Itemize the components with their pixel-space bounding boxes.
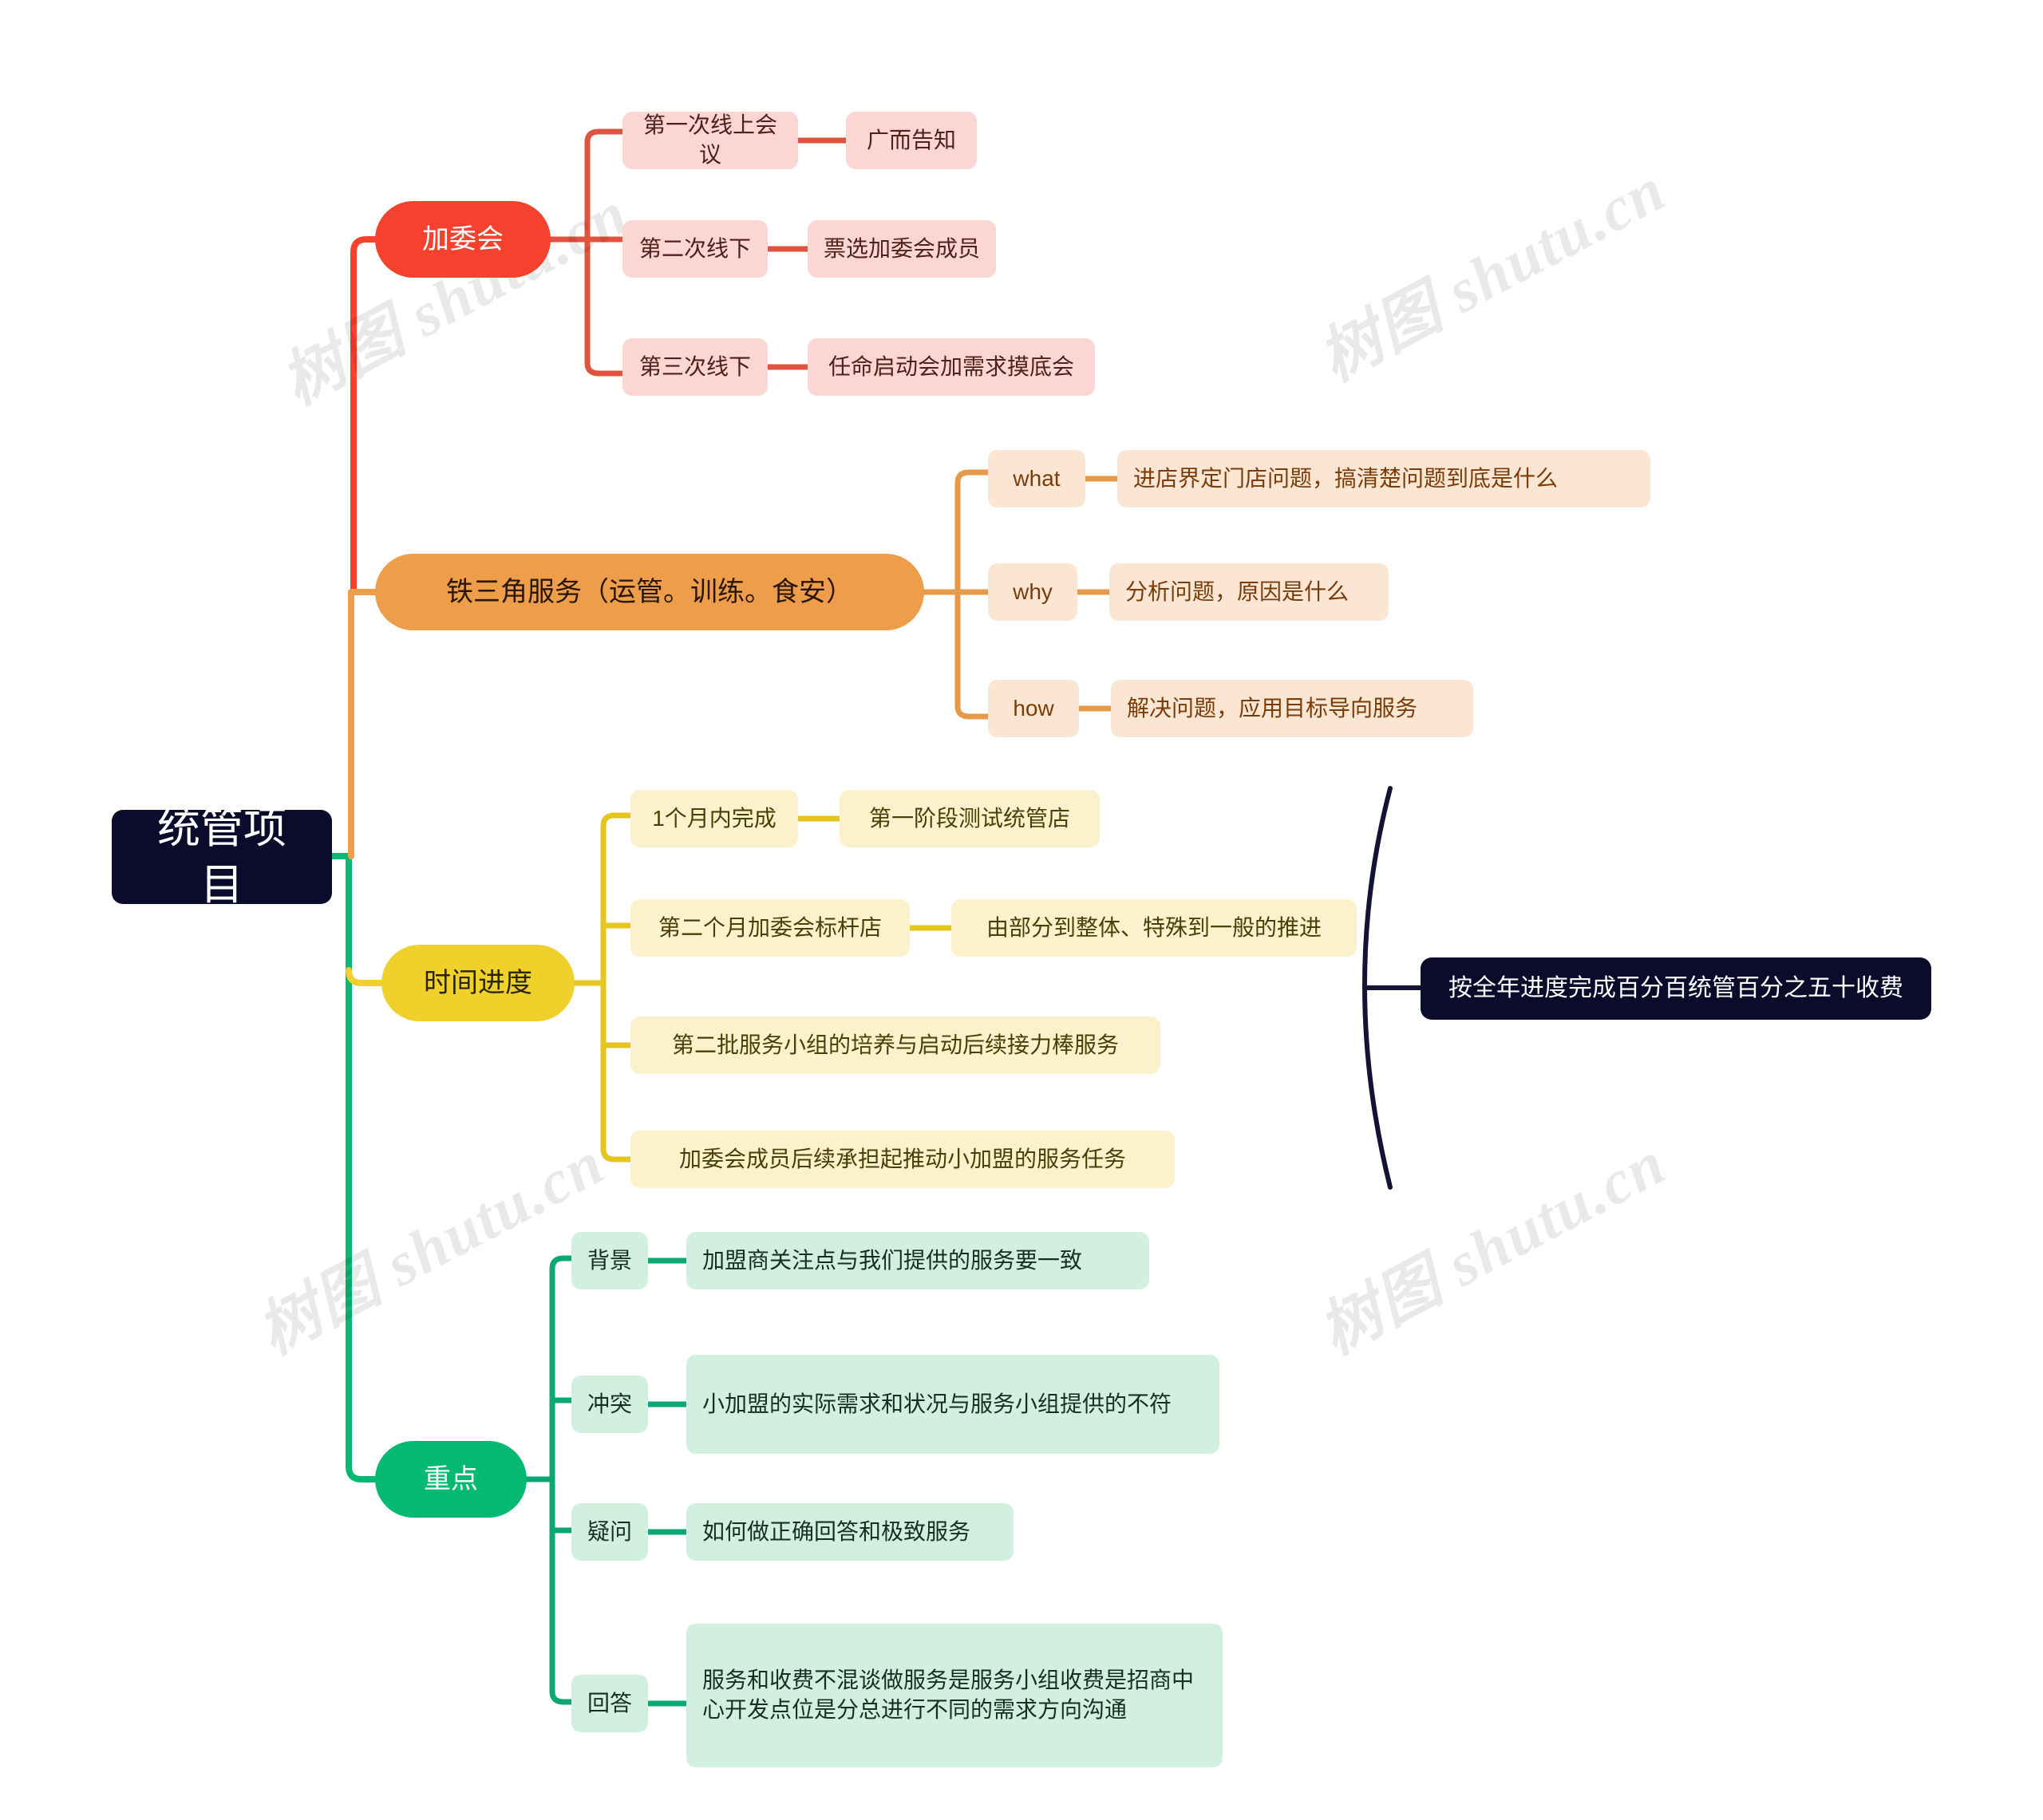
sub-node-label: 回答: [587, 1690, 633, 1715]
summary-node-label: 按全年进度完成百分百统管百分之五十收费: [1448, 975, 1903, 1002]
leaf-node-zd-4[interactable]: 服务和收费不混谈做服务是服务小组收费是招商中心开发点位是分总进行不同的需求方向沟…: [686, 1624, 1223, 1767]
sub-node-label: how: [1013, 695, 1054, 720]
leaf-node-sjjd-1[interactable]: 第一阶段测试统管店: [840, 790, 1100, 847]
leaf-node-tsj-what[interactable]: 进店界定门店问题，搞清楚问题到底是什么: [1117, 450, 1650, 507]
leaf-node-label: 任命启动会加需求摸底会: [828, 353, 1074, 379]
sub-node-label: 第一次线上会议: [642, 113, 777, 167]
sub-node-label: 第三次线下: [638, 353, 751, 379]
sub-node-label: 背景: [587, 1247, 633, 1273]
sub-node-zd-4[interactable]: 回答: [571, 1675, 648, 1732]
sub-node-label: 第二批服务小组的培养与启动后续接力棒服务: [671, 1032, 1119, 1057]
leaf-node-zd-2[interactable]: 小加盟的实际需求和状况与服务小组提供的不符: [686, 1355, 1219, 1454]
root-node-label: 统管项目: [157, 803, 286, 909]
sub-node-label: why: [1013, 578, 1053, 604]
leaf-node-label: 服务和收费不混谈做服务是服务小组收费是招商中心开发点位是分总进行不同的需求方向沟…: [702, 1668, 1195, 1722]
sub-node-jwh-2[interactable]: 第二次线下: [622, 220, 768, 278]
summary-node[interactable]: 按全年进度完成百分百统管百分之五十收费: [1421, 957, 1931, 1020]
watermark: 树图 shutu.cn: [1307, 153, 1677, 394]
sub-node-tsj-why[interactable]: why: [988, 563, 1077, 621]
leaf-node-zd-1[interactable]: 加盟商关注点与我们提供的服务要一致: [686, 1232, 1149, 1289]
leaf-node-label: 进店界定门店问题，搞清楚问题到底是什么: [1133, 465, 1559, 491]
leaf-node-label: 票选加委会成员: [824, 235, 981, 261]
leaf-node-tsj-how[interactable]: 解决问题，应用目标导向服务: [1111, 680, 1473, 737]
leaf-node-jwh-1[interactable]: 广而告知: [846, 112, 977, 169]
leaf-node-label: 如何做正确回答和极致服务: [702, 1518, 971, 1544]
sub-node-label: 冲突: [587, 1391, 633, 1416]
sub-node-tsj-what[interactable]: what: [988, 450, 1085, 507]
branch-label-jwh: 加委会: [422, 223, 504, 255]
leaf-node-label: 由部分到整体、特殊到一般的推进: [986, 914, 1322, 940]
leaf-node-label: 加盟商关注点与我们提供的服务要一致: [702, 1247, 1083, 1273]
sub-node-zd-3[interactable]: 疑问: [571, 1503, 648, 1561]
root-node[interactable]: 统管项目: [112, 804, 332, 909]
sub-node-zd-2[interactable]: 冲突: [571, 1376, 648, 1433]
sub-node-label: 第二次线下: [638, 235, 751, 261]
sub-node-sjjd-4[interactable]: 加委会成员后续承担起推动小加盟的服务任务: [630, 1131, 1175, 1188]
sub-node-zd-1[interactable]: 背景: [571, 1232, 648, 1289]
mindmap-canvas: 树图 shutu.cn 树图 shutu.cn 树图 shutu.cn 树图 s…: [0, 0, 2043, 1820]
sub-node-tsj-how[interactable]: how: [988, 680, 1079, 737]
branch-node-zd[interactable]: 重点: [375, 1441, 527, 1518]
leaf-node-label: 解决问题，应用目标导向服务: [1127, 695, 1418, 720]
leaf-node-label: 小加盟的实际需求和状况与服务小组提供的不符: [702, 1391, 1172, 1416]
branch-label-zd: 重点: [424, 1463, 478, 1494]
sub-node-label: 第二个月加委会标杆店: [658, 914, 882, 940]
leaf-node-label: 分析问题，原因是什么: [1125, 578, 1349, 604]
sub-node-jwh-3[interactable]: 第三次线下: [622, 338, 768, 396]
branch-label-sjjd: 时间进度: [424, 967, 532, 998]
leaf-node-label: 广而告知: [866, 127, 956, 152]
sub-node-label: 疑问: [587, 1518, 633, 1544]
branch-node-jwh[interactable]: 加委会: [375, 201, 551, 278]
leaf-node-jwh-3[interactable]: 任命启动会加需求摸底会: [808, 338, 1095, 396]
sub-node-label: 加委会成员后续承担起推动小加盟的服务任务: [678, 1146, 1126, 1171]
leaf-node-zd-3[interactable]: 如何做正确回答和极致服务: [686, 1503, 1014, 1561]
sub-node-sjjd-2[interactable]: 第二个月加委会标杆店: [630, 899, 910, 957]
branch-node-sjjd[interactable]: 时间进度: [381, 945, 575, 1021]
sub-node-label: 1个月内完成: [652, 805, 776, 831]
watermark: 树图 shutu.cn: [1307, 1127, 1677, 1368]
branch-label-tsj: 铁三角服务（运管。训练。食安）: [446, 576, 853, 607]
branch-node-tsj[interactable]: 铁三角服务（运管。训练。食安）: [375, 554, 924, 630]
sub-node-jwh-1[interactable]: 第一次线上会议: [622, 112, 798, 169]
leaf-node-label: 第一阶段测试统管店: [868, 805, 1070, 831]
sub-node-sjjd-1[interactable]: 1个月内完成: [630, 790, 798, 847]
leaf-node-jwh-2[interactable]: 票选加委会成员: [808, 220, 996, 278]
sub-node-label: what: [1013, 465, 1061, 491]
leaf-node-tsj-why[interactable]: 分析问题，原因是什么: [1109, 563, 1389, 621]
sub-node-sjjd-3[interactable]: 第二批服务小组的培养与启动后续接力棒服务: [630, 1017, 1160, 1074]
leaf-node-sjjd-2[interactable]: 由部分到整体、特殊到一般的推进: [951, 899, 1357, 957]
watermark: 树图 shutu.cn: [246, 1127, 616, 1368]
